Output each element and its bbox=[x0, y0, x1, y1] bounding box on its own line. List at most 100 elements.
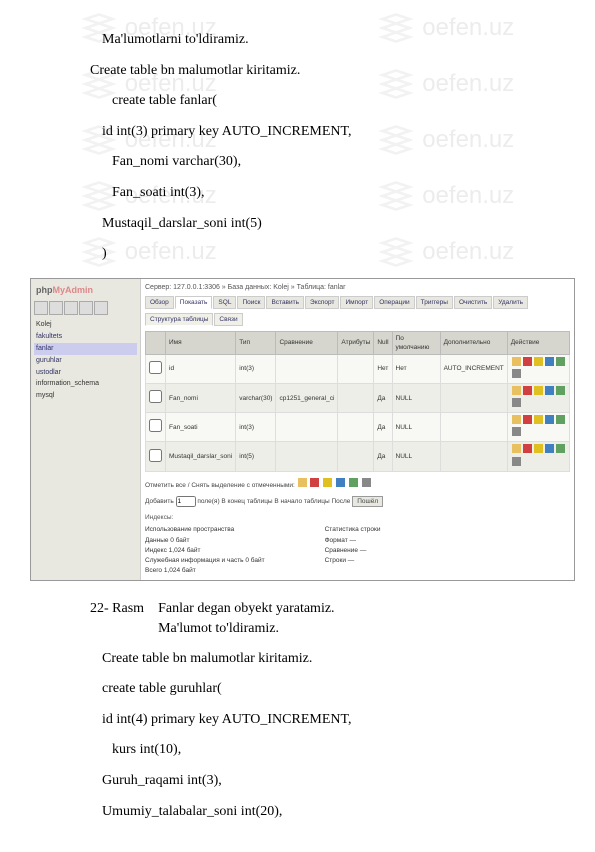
subtab-table-structure[interactable]: Структура таблицы bbox=[145, 313, 213, 326]
tree-table[interactable]: guruhlar bbox=[34, 355, 137, 367]
logout-icon[interactable] bbox=[49, 301, 63, 315]
cell-type: int(3) bbox=[236, 354, 276, 383]
col-type: Тип bbox=[236, 331, 276, 354]
cell-null: Нет bbox=[374, 354, 392, 383]
unique-icon[interactable] bbox=[545, 415, 554, 424]
code-line: id int(3) primary key AUTO_INCREMENT, bbox=[90, 122, 525, 142]
docs-icon[interactable] bbox=[79, 301, 93, 315]
primary-key-icon[interactable] bbox=[534, 357, 543, 366]
tab-drop[interactable]: Удалить bbox=[493, 296, 528, 309]
edit-icon[interactable] bbox=[512, 357, 521, 366]
cell-attr bbox=[338, 354, 374, 383]
delete-icon[interactable] bbox=[310, 478, 319, 487]
tree-db[interactable]: mysql bbox=[34, 390, 137, 402]
unique-icon[interactable] bbox=[336, 478, 345, 487]
column-row: Mustaqil_darslar_soniint(5)ДаNULL bbox=[146, 442, 570, 471]
col-check bbox=[146, 331, 166, 354]
code-line: Mustaqil_darslar_soni int(5) bbox=[90, 214, 525, 234]
text-line: Ma'lumotlarni to'ldiramiz. bbox=[90, 30, 525, 50]
cell-name: Fan_soati bbox=[166, 413, 236, 442]
tree-db[interactable]: Kolej bbox=[34, 319, 137, 331]
columns-table: Имя Тип Сравнение Атрибуты Null По умолч… bbox=[145, 331, 570, 472]
delete-icon[interactable] bbox=[523, 386, 532, 395]
cell-type: int(5) bbox=[236, 442, 276, 471]
cell-null: Да bbox=[374, 413, 392, 442]
table-info: Индексы: Использование пространства Данн… bbox=[145, 513, 570, 577]
info-row: Строки — bbox=[325, 556, 381, 566]
caption-line: Fanlar degan obyekt yaratamiz. bbox=[158, 599, 334, 619]
cell-extra: AUTO_INCREMENT bbox=[440, 354, 507, 383]
delete-icon[interactable] bbox=[523, 357, 532, 366]
tab-triggers[interactable]: Триггеры bbox=[416, 296, 453, 309]
column-row: idint(3)НетНетAUTO_INCREMENT bbox=[146, 354, 570, 383]
code-line: kurs int(10), bbox=[90, 740, 525, 760]
edit-icon[interactable] bbox=[512, 415, 521, 424]
fulltext-icon[interactable] bbox=[512, 457, 521, 466]
text-line: Create table bn malumotlar kiritamiz. bbox=[90, 61, 525, 81]
unique-icon[interactable] bbox=[545, 357, 554, 366]
cell-extra bbox=[440, 442, 507, 471]
caption-number: 22- Rasm bbox=[90, 599, 144, 638]
tab-operations[interactable]: Операции bbox=[374, 296, 414, 309]
row-checkbox[interactable] bbox=[149, 361, 162, 374]
tab-search[interactable]: Поиск bbox=[237, 296, 265, 309]
row-checkbox[interactable] bbox=[149, 449, 162, 462]
fulltext-icon[interactable] bbox=[512, 427, 521, 436]
tab-sql[interactable]: SQL bbox=[213, 296, 236, 309]
go-button[interactable]: Пошёл bbox=[352, 496, 383, 507]
phpmyadmin-screenshot: phpMyAdmin Kolej fakultets fanlar guruhl… bbox=[30, 278, 575, 582]
index-icon[interactable] bbox=[556, 444, 565, 453]
text-line: Create table bn malumotlar kiritamiz. bbox=[90, 649, 525, 669]
code-line: Fan_soati int(3), bbox=[90, 183, 525, 203]
cell-default: Нет bbox=[392, 354, 440, 383]
tree-db[interactable]: information_schema bbox=[34, 378, 137, 390]
tab-import[interactable]: Импорт bbox=[340, 296, 373, 309]
figure-caption: 22- Rasm Fanlar degan obyekt yaratamiz. … bbox=[90, 599, 525, 638]
primary-key-icon[interactable] bbox=[534, 444, 543, 453]
delete-icon[interactable] bbox=[523, 415, 532, 424]
primary-key-icon[interactable] bbox=[534, 415, 543, 424]
primary-key-icon[interactable] bbox=[323, 478, 332, 487]
tab-insert[interactable]: Вставить bbox=[266, 296, 304, 309]
row-checkbox[interactable] bbox=[149, 390, 162, 403]
cell-extra bbox=[440, 413, 507, 442]
tree-table-selected[interactable]: fanlar bbox=[34, 343, 137, 355]
addcol-count-input[interactable] bbox=[176, 496, 196, 507]
database-tree: Kolej fakultets fanlar guruhlar ustodlar… bbox=[34, 319, 137, 402]
pma-subtabs: Структура таблицы Связи bbox=[145, 313, 570, 326]
checkall-label[interactable]: Отметить все / Снять выделение с отмечен… bbox=[145, 482, 295, 489]
col-collation: Сравнение bbox=[276, 331, 338, 354]
primary-key-icon[interactable] bbox=[534, 386, 543, 395]
fulltext-icon[interactable] bbox=[512, 369, 521, 378]
edit-icon[interactable] bbox=[512, 444, 521, 453]
fulltext-icon[interactable] bbox=[362, 478, 371, 487]
info-row: Индекс 1,024 байт bbox=[145, 546, 265, 556]
index-icon[interactable] bbox=[349, 478, 358, 487]
tab-browse[interactable]: Обзор bbox=[145, 296, 174, 309]
cell-default: NULL bbox=[392, 384, 440, 413]
info-row: Данные 0 байт bbox=[145, 536, 265, 546]
cell-type: varchar(30) bbox=[236, 384, 276, 413]
delete-icon[interactable] bbox=[523, 444, 532, 453]
reload-icon[interactable] bbox=[94, 301, 108, 315]
sql-icon[interactable] bbox=[64, 301, 78, 315]
unique-icon[interactable] bbox=[545, 386, 554, 395]
fulltext-icon[interactable] bbox=[512, 398, 521, 407]
index-icon[interactable] bbox=[556, 386, 565, 395]
edit-icon[interactable] bbox=[298, 478, 307, 487]
home-icon[interactable] bbox=[34, 301, 48, 315]
row-checkbox[interactable] bbox=[149, 419, 162, 432]
subtab-relations[interactable]: Связи bbox=[214, 313, 242, 326]
tree-table[interactable]: fakultets bbox=[34, 331, 137, 343]
caption-line: Ma'lumot to'ldiramiz. bbox=[158, 619, 334, 639]
unique-icon[interactable] bbox=[545, 444, 554, 453]
info-row: Сравнение — bbox=[325, 546, 381, 556]
tree-table[interactable]: ustodlar bbox=[34, 367, 137, 379]
breadcrumb: Сервер: 127.0.0.1:3306 » База данных: Ko… bbox=[145, 283, 570, 293]
edit-icon[interactable] bbox=[512, 386, 521, 395]
tab-structure[interactable]: Показать bbox=[175, 296, 213, 309]
tab-export[interactable]: Экспорт bbox=[305, 296, 339, 309]
tab-empty[interactable]: Очистить bbox=[454, 296, 492, 309]
index-icon[interactable] bbox=[556, 357, 565, 366]
index-icon[interactable] bbox=[556, 415, 565, 424]
